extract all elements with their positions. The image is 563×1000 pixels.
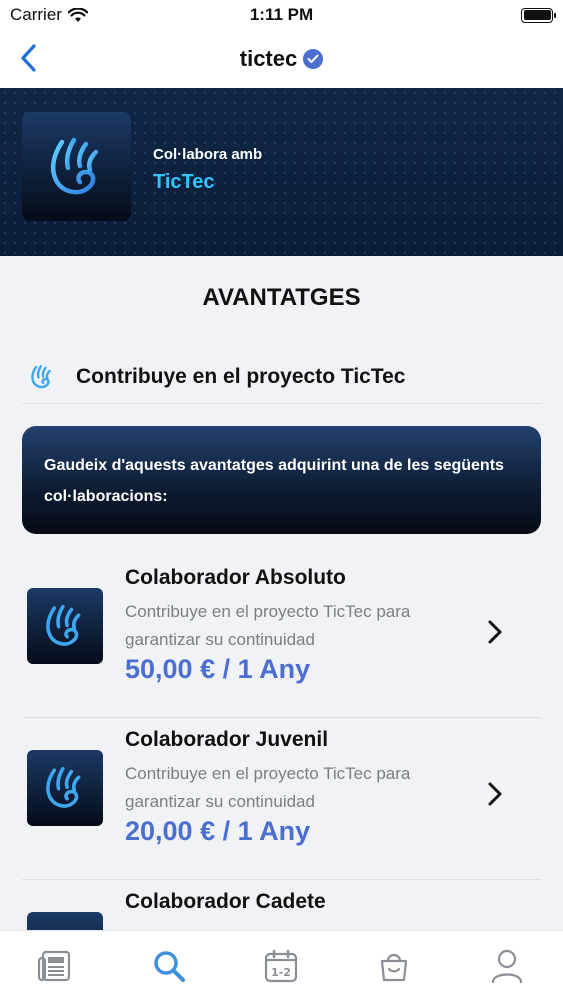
tictec-logo xyxy=(22,112,131,221)
section-title: AVANTATGES xyxy=(202,284,361,311)
chevron-right-icon xyxy=(488,782,502,806)
plan-name: Colaborador Cadete xyxy=(125,890,326,913)
nav-bar: tictec xyxy=(0,30,563,88)
chevron-left-icon xyxy=(21,44,36,72)
page-title: tictec xyxy=(239,46,298,71)
hand-logo-icon xyxy=(31,364,51,388)
hero-text: Col·labora amb TicTec xyxy=(153,146,262,194)
news-icon xyxy=(38,950,71,982)
project-label: Contribuye en el proyecto TicTec xyxy=(76,364,406,388)
plan-item-absoluto[interactable]: Colaborador Absoluto Contribuye en el pr… xyxy=(0,556,563,718)
plan-thumbnail xyxy=(27,750,103,826)
hero-name[interactable]: TicTec xyxy=(153,171,262,194)
shop-icon xyxy=(380,953,408,982)
wifi-icon xyxy=(67,7,88,22)
plan-price: 20,00 € / 1 Any xyxy=(125,816,311,846)
status-left: Carrier xyxy=(10,5,88,25)
hand-logo-icon xyxy=(50,137,98,194)
plan-name: Colaborador Absoluto xyxy=(125,566,346,589)
plan-description: Contribuye en el proyecto TicTec para ga… xyxy=(125,764,411,811)
tab-calendar[interactable]: 1-2 xyxy=(251,945,311,987)
plan-name: Colaborador Juvenil xyxy=(125,728,329,751)
hero-subtitle: Col·labora amb xyxy=(153,146,263,163)
hand-logo-icon xyxy=(46,766,81,808)
calendar-icon: 1-2 xyxy=(265,949,298,983)
back-button[interactable] xyxy=(10,40,46,76)
plan-description: Contribuye en el proyecto TicTec para ga… xyxy=(125,602,411,649)
tab-search[interactable] xyxy=(139,945,199,987)
hero-banner: Col·labora amb TicTec xyxy=(0,88,563,256)
search-icon xyxy=(154,951,185,982)
profile-icon xyxy=(491,949,522,984)
info-text: Gaudeix d'aquests avantatges adquirint u… xyxy=(44,457,504,505)
plan-thumbnail xyxy=(27,588,103,664)
tab-bar: 1-2 xyxy=(0,930,563,1000)
page-title-group: tictec xyxy=(239,46,324,72)
tab-news[interactable] xyxy=(26,945,86,987)
project-row: Contribuye en el proyecto TicTec xyxy=(22,350,542,404)
hand-logo-icon xyxy=(46,604,81,646)
info-card: Gaudeix d'aquests avantatges adquirint u… xyxy=(22,426,541,534)
status-bar: Carrier 1:11 PM xyxy=(0,0,563,30)
tab-shop[interactable] xyxy=(364,945,424,987)
battery-icon xyxy=(521,7,556,23)
chevron-right-icon xyxy=(488,620,502,644)
plan-price: 50,00 € / 1 Any xyxy=(125,654,311,684)
tab-profile[interactable] xyxy=(477,945,537,987)
svg-text:1-2: 1-2 xyxy=(272,966,292,979)
carrier-label: Carrier xyxy=(10,5,62,24)
verified-badge-icon xyxy=(303,49,324,69)
plan-item-juvenil[interactable]: Colaborador Juvenil Contribuye en el pro… xyxy=(0,718,563,880)
